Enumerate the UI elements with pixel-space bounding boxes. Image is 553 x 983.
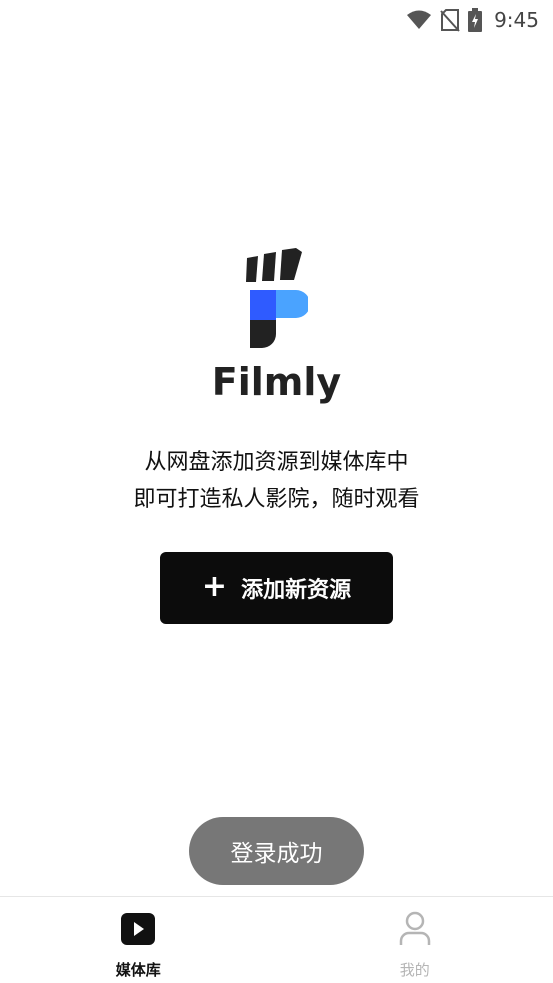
no-sim-icon	[440, 8, 460, 32]
status-bar: 9:45	[0, 0, 553, 40]
nav-item-mine[interactable]: 我的	[277, 897, 553, 983]
wifi-icon	[406, 10, 432, 30]
status-time: 9:45	[494, 8, 539, 32]
user-icon	[398, 911, 432, 947]
plus-icon: +	[201, 569, 228, 604]
screen: 9:45 Filmly 从网盘添加资源到媒体库中 即可打造私人影院，随时观看 +…	[0, 0, 553, 983]
nav-item-media-library[interactable]: 媒体库	[0, 897, 277, 983]
nav-label-media-library: 媒体库	[115, 961, 161, 979]
nav-label-mine: 我的	[399, 961, 430, 979]
add-new-resource-label: 添加新资源	[241, 578, 352, 603]
login-success-toast: 登录成功	[189, 817, 364, 885]
empty-state-line-1: 从网盘添加资源到媒体库中	[144, 450, 409, 475]
play-icon	[121, 911, 156, 947]
battery-charging-icon	[468, 8, 483, 32]
bottom-nav: 媒体库 我的	[0, 896, 553, 983]
toast-message: 登录成功	[230, 841, 323, 867]
add-new-resource-button[interactable]: + 添加新资源	[160, 552, 393, 624]
brand-name: Filmly	[211, 360, 342, 404]
empty-state-line-2: 即可打造私人影院，随时观看	[133, 487, 420, 512]
filmly-logo	[244, 248, 310, 350]
